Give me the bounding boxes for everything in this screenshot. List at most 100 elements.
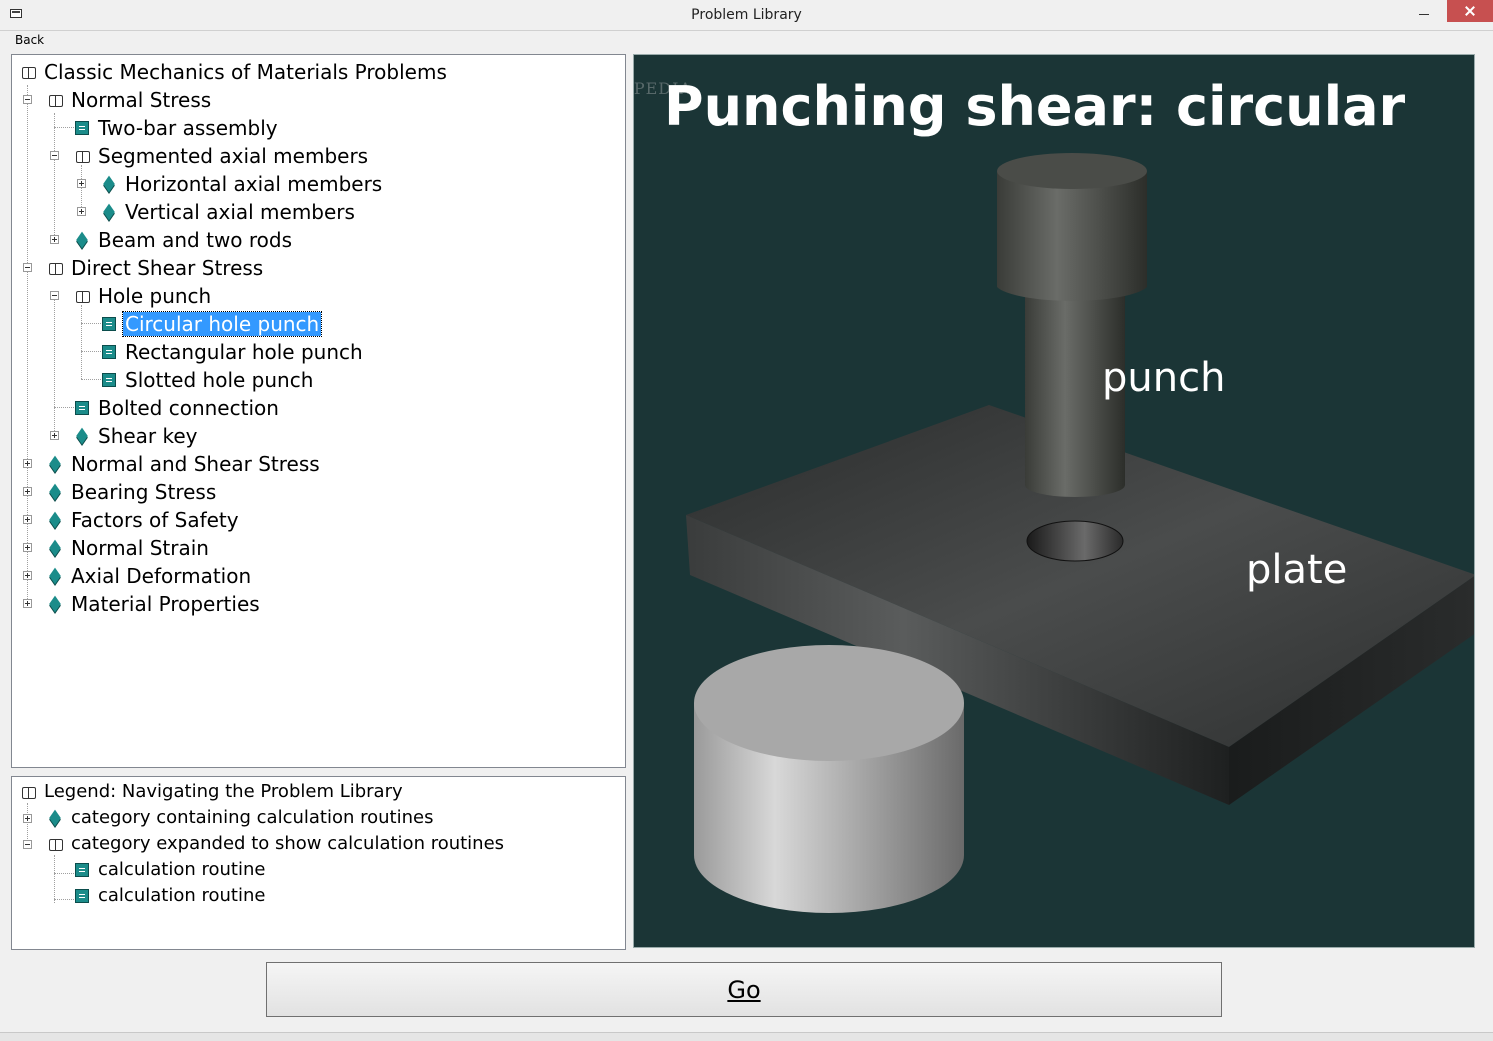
tree-node-segmented[interactable]: Segmented axial members <box>74 142 370 170</box>
tree-node-two-bar[interactable]: Two-bar assembly <box>74 114 280 142</box>
tree-node-normal-strain[interactable]: Normal Strain <box>47 534 211 562</box>
tree-node-label: Classic Mechanics of Materials Problems <box>44 60 447 84</box>
legend-tree[interactable]: Legend: Navigating the Problem Library c… <box>11 776 626 950</box>
calculation-icon <box>74 862 92 878</box>
collapse-toggle[interactable] <box>50 151 59 160</box>
tree-node-rectangular[interactable]: Rectangular hole punch <box>101 338 365 366</box>
category-icon <box>47 810 65 826</box>
tree-node-root[interactable]: Classic Mechanics of Materials Problems <box>20 58 449 86</box>
expand-toggle[interactable] <box>77 179 86 188</box>
tree-node-label: Factors of Safety <box>71 508 239 532</box>
tree-node-slotted[interactable]: Slotted hole punch <box>101 366 315 394</box>
preview-title: Punching shear: circular <box>664 75 1406 138</box>
tree-node-normal-shear[interactable]: Normal and Shear Stress <box>47 450 322 478</box>
slug-top <box>694 645 964 761</box>
collapse-toggle[interactable] <box>23 840 32 849</box>
menu-bar: Back <box>0 31 1493 51</box>
tree-node-bolted[interactable]: Bolted connection <box>74 394 281 422</box>
category-icon <box>47 512 65 528</box>
tree-line <box>81 351 101 352</box>
calculation-icon <box>74 120 92 136</box>
open-book-icon <box>74 288 92 304</box>
tree-node-vertical[interactable]: Vertical axial members <box>101 198 357 226</box>
punch-head <box>997 171 1147 301</box>
tree-node-label: Axial Deformation <box>71 564 252 588</box>
plate-label: plate <box>1246 547 1348 593</box>
collapse-toggle[interactable] <box>50 291 59 300</box>
tree-node-circular[interactable]: Circular hole punch <box>101 310 323 338</box>
legend-item-category[interactable]: category containing calculation routines <box>47 805 435 831</box>
problem-tree[interactable]: Classic Mechanics of Materials Problems … <box>11 54 626 768</box>
calculation-icon <box>101 372 119 388</box>
tree-line <box>54 899 74 900</box>
tree-line <box>27 85 28 605</box>
tree-line <box>81 165 82 211</box>
expand-toggle[interactable] <box>23 599 32 608</box>
tree-node-label: Material Properties <box>71 592 260 616</box>
tree-node-horizontal[interactable]: Horizontal axial members <box>101 170 384 198</box>
legend-item-label: calculation routine <box>98 859 266 880</box>
tree-node-label: Slotted hole punch <box>125 368 314 392</box>
tree-line <box>54 295 55 437</box>
legend-item-label: category expanded to show calculation ro… <box>71 833 505 854</box>
expand-toggle[interactable] <box>23 543 32 552</box>
expand-toggle[interactable] <box>23 571 32 580</box>
collapse-toggle[interactable] <box>23 263 32 272</box>
close-icon[interactable] <box>1447 0 1493 22</box>
tree-node-shear-key[interactable]: Shear key <box>74 422 200 450</box>
category-icon <box>47 456 65 472</box>
tree-node-label: Rectangular hole punch <box>125 340 363 364</box>
tree-node-beam-rods[interactable]: Beam and two rods <box>74 226 294 254</box>
punching-shear-illustration <box>686 153 1474 913</box>
tree-line <box>54 873 74 874</box>
tree-node-direct-shear[interactable]: Direct Shear Stress <box>47 254 265 282</box>
expand-toggle[interactable] <box>77 207 86 216</box>
expand-toggle[interactable] <box>23 487 32 496</box>
minimize-icon[interactable] <box>1407 0 1441 26</box>
tree-node-label: Normal Strain <box>71 536 209 560</box>
tree-node-axial-deformation[interactable]: Axial Deformation <box>47 562 253 590</box>
expand-toggle[interactable] <box>50 431 59 440</box>
legend-item-routine[interactable]: calculation routine <box>74 857 267 883</box>
tree-line <box>54 407 74 408</box>
open-book-icon <box>74 148 92 164</box>
tree-node-label: Beam and two rods <box>98 228 293 252</box>
tree-line <box>81 379 101 380</box>
calculation-icon <box>101 316 119 332</box>
calculation-icon <box>101 344 119 360</box>
tree-node-label: Segmented axial members <box>98 144 369 168</box>
expand-toggle[interactable] <box>23 515 32 524</box>
tree-node-label: Normal Stress <box>71 88 212 112</box>
menu-back[interactable]: Back <box>15 33 44 47</box>
legend-item-label: calculation routine <box>98 885 266 906</box>
collapse-toggle[interactable] <box>23 95 32 104</box>
expand-toggle[interactable] <box>23 814 32 823</box>
legend-item-routine[interactable]: calculation routine <box>74 883 267 909</box>
category-icon <box>74 428 92 444</box>
tree-node-safety[interactable]: Factors of Safety <box>47 506 241 534</box>
window-title: Problem Library <box>691 7 802 23</box>
title-bar: Problem Library <box>0 0 1493 31</box>
expand-toggle[interactable] <box>50 235 59 244</box>
tree-node-label: Normal and Shear Stress <box>71 452 320 476</box>
tree-node-hole-punch[interactable]: Hole punch <box>74 282 213 310</box>
legend-title: Legend: Navigating the Problem Library <box>20 779 405 805</box>
punch-head-top <box>997 153 1147 189</box>
tree-node-label: Vertical axial members <box>125 200 355 224</box>
legend-item-label: category containing calculation routines <box>71 807 434 828</box>
tree-node-bearing[interactable]: Bearing Stress <box>47 478 218 506</box>
tree-line <box>54 127 74 128</box>
legend-item-expanded[interactable]: category expanded to show calculation ro… <box>47 831 506 857</box>
tree-node-material[interactable]: Material Properties <box>47 590 262 618</box>
category-icon <box>101 176 119 192</box>
open-book-icon <box>47 92 65 108</box>
tree-node-normal-stress[interactable]: Normal Stress <box>47 86 213 114</box>
preview-pane: SOFTPEDIA Punching shear: circular punch… <box>633 54 1475 948</box>
tree-node-label: Bearing Stress <box>71 480 217 504</box>
calculation-icon <box>74 400 92 416</box>
category-icon <box>47 484 65 500</box>
open-book-icon <box>20 784 38 800</box>
expand-toggle[interactable] <box>23 459 32 468</box>
open-book-icon <box>47 260 65 276</box>
go-button[interactable]: Go <box>266 962 1222 1017</box>
